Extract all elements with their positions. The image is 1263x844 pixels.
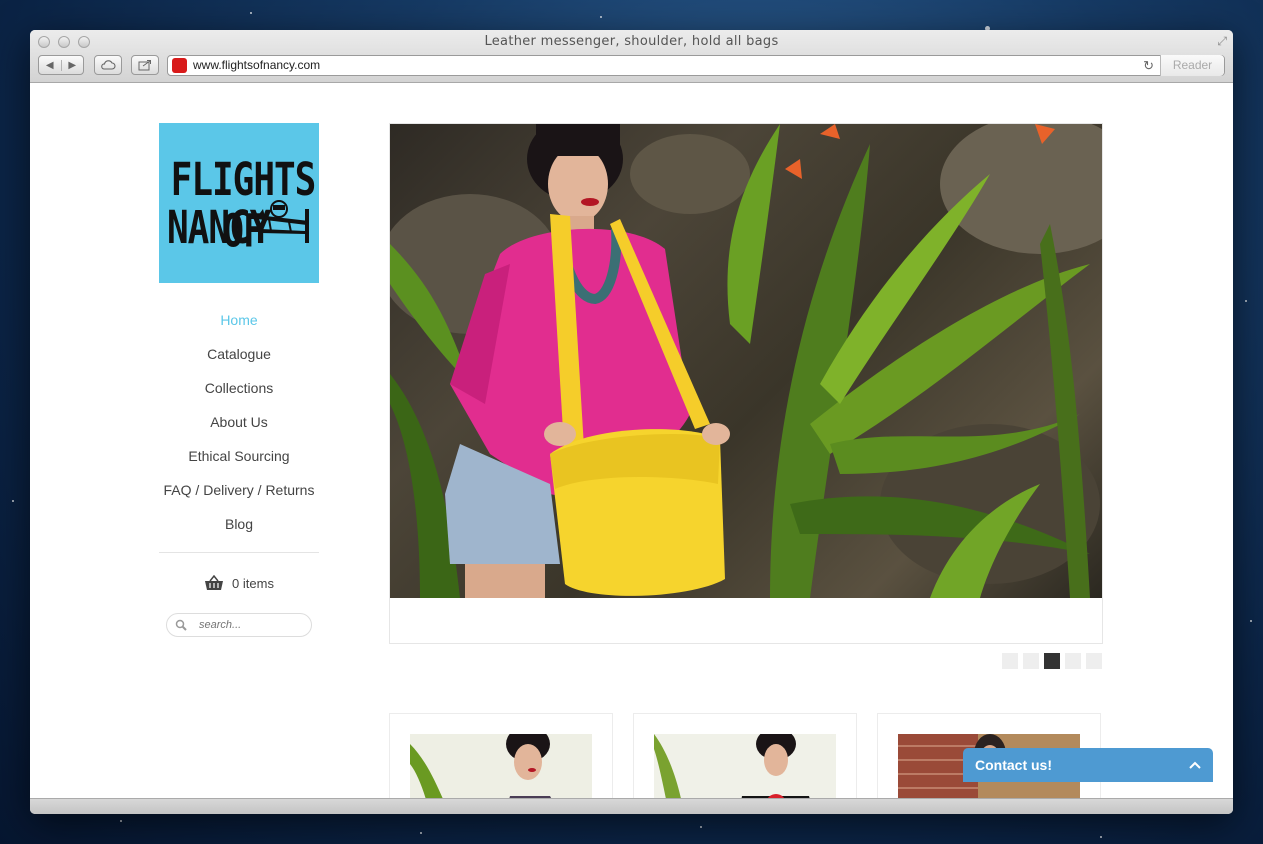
main-nav: Home Catalogue Collections About Us Ethi… — [159, 311, 319, 549]
slider-pagination — [1002, 653, 1102, 669]
search-icon — [175, 619, 187, 631]
window-title: Leather messenger, shoulder, hold all ba… — [484, 34, 779, 49]
browser-toolbar: ◀ ▶ www.flightsofnancy.com ↻ Reader — [38, 54, 1225, 76]
search-input[interactable] — [199, 619, 299, 631]
address-bar[interactable]: www.flightsofnancy.com ↻ Reader — [167, 54, 1225, 76]
cart-count: 0 items — [232, 575, 274, 591]
hero-slide-image[interactable] — [390, 124, 1102, 598]
web-page: FLIGHTS OF NANCY Home Catalogue Collecti… — [30, 83, 1233, 798]
reader-button[interactable]: Reader — [1160, 54, 1224, 76]
fullscreen-icon[interactable]: ⤢ — [1217, 34, 1227, 49]
product-card[interactable] — [633, 713, 857, 798]
slider-dot-1[interactable] — [1002, 653, 1018, 669]
product-thumbnail[interactable] — [410, 734, 592, 798]
back-icon[interactable]: ◀ — [39, 59, 62, 71]
search-box — [166, 613, 312, 637]
product-thumbnail[interactable] — [654, 734, 836, 798]
site-favicon-icon — [172, 57, 187, 73]
cart-link[interactable]: 0 items — [159, 575, 319, 591]
url-text[interactable]: www.flightsofnancy.com — [193, 58, 320, 72]
nav-item-blog[interactable]: Blog — [159, 515, 319, 549]
icloud-tabs-button[interactable] — [94, 55, 122, 75]
browser-window: Leather messenger, shoulder, hold all ba… — [30, 30, 1233, 814]
contact-widget[interactable]: Contact us! — [963, 748, 1213, 782]
nav-item-home[interactable]: Home — [159, 311, 319, 345]
biplane-icon — [257, 200, 309, 243]
slider-dot-3[interactable] — [1044, 653, 1060, 669]
nav-item-faq-delivery-returns[interactable]: FAQ / Delivery / Returns — [159, 481, 319, 515]
share-icon — [138, 60, 151, 71]
contact-widget-label: Contact us! — [975, 757, 1052, 773]
site-logo[interactable]: FLIGHTS OF NANCY — [159, 123, 319, 283]
reload-icon[interactable]: ↻ — [1143, 58, 1154, 74]
basket-icon — [205, 575, 224, 590]
product-card[interactable] — [389, 713, 613, 798]
slider-dot-2[interactable] — [1023, 653, 1039, 669]
share-button[interactable] — [131, 55, 159, 75]
chevron-up-icon[interactable] — [1189, 761, 1201, 769]
nav-item-catalogue[interactable]: Catalogue — [159, 345, 319, 379]
sidebar: FLIGHTS OF NANCY Home Catalogue Collecti… — [159, 123, 319, 637]
nav-item-about-us[interactable]: About Us — [159, 413, 319, 447]
hero-slider — [389, 123, 1103, 644]
status-bar — [30, 798, 1233, 814]
forward-icon[interactable]: ▶ — [62, 60, 84, 71]
model-with-yellow-bag-photo — [390, 124, 1102, 598]
sidebar-divider — [159, 552, 319, 553]
slider-dot-4[interactable] — [1065, 653, 1081, 669]
nav-item-ethical-sourcing[interactable]: Ethical Sourcing — [159, 447, 319, 481]
back-forward-buttons: ◀ ▶ — [38, 55, 84, 75]
nav-item-collections[interactable]: Collections — [159, 379, 319, 413]
titlebar: Leather messenger, shoulder, hold all ba… — [30, 30, 1233, 83]
cloud-icon — [101, 60, 116, 70]
slider-dot-5[interactable] — [1086, 653, 1102, 669]
